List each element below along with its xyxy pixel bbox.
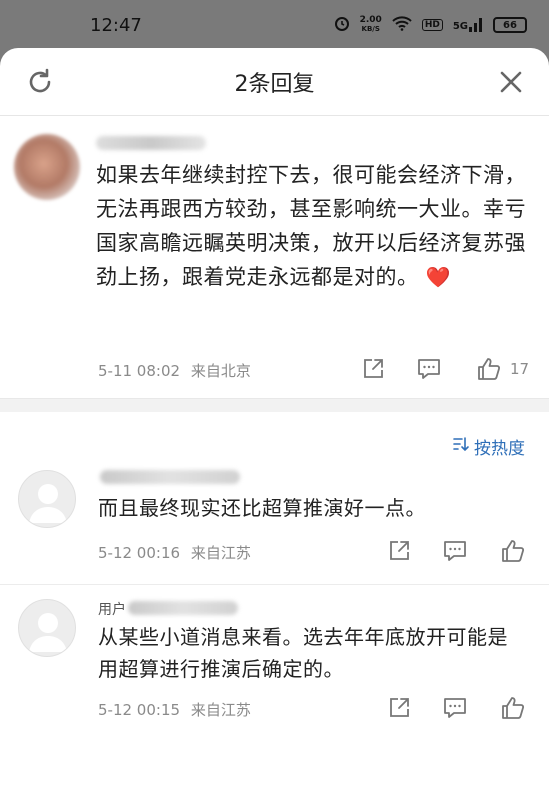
share-icon[interactable]: [386, 695, 412, 721]
reply-timestamp: 5-12 00:15: [98, 701, 181, 719]
comment-icon[interactable]: [442, 538, 468, 564]
speed-unit: KB/S: [361, 25, 380, 33]
status-icons: 2.00 KB/S HD 5G 66: [334, 15, 527, 35]
avatar[interactable]: [18, 599, 76, 657]
main-comment: 如果去年继续封控下去，很可能会经济下滑，无法再跟西方较劲，甚至影响统一大业。幸亏…: [0, 116, 549, 398]
network-speed: 2.00 KB/S: [360, 16, 382, 34]
reply-timestamp: 5-12 00:16: [98, 544, 181, 562]
username-blurred[interactable]: [100, 470, 240, 484]
like-icon[interactable]: [476, 356, 502, 382]
like-count: 17: [510, 360, 530, 378]
like-icon[interactable]: [500, 695, 526, 721]
speed-value: 2.00: [359, 15, 382, 25]
comment-icon[interactable]: [416, 356, 442, 382]
comment-body: 如果去年继续封控下去，很可能会经济下滑，无法再跟西方较劲，甚至影响统一大业。幸亏…: [96, 163, 526, 289]
avatar[interactable]: [18, 470, 76, 528]
sort-by-hot-button[interactable]: 按热度: [452, 434, 525, 459]
status-bar: 12:47 2.00 KB/S HD 5G 66: [0, 0, 549, 50]
sort-label: 按热度: [474, 439, 525, 459]
username-blurred[interactable]: [128, 601, 238, 615]
reply-text: 从某些小道消息来看。选去年年底放开可能是用超算进行推演后确定的。: [98, 625, 508, 681]
share-icon[interactable]: [386, 538, 412, 564]
signal-icon: 5G: [453, 18, 483, 32]
sort-row: 按热度: [0, 412, 549, 459]
sheet-title: 2条回复: [234, 71, 315, 97]
reply-item: 而且最终现实还比超算推演好一点。 5-12 00:16 来自江苏: [0, 458, 549, 584]
replies-sheet: 2条回复 如果去年继续封控下去，很可能会经济下滑，无法再跟西方较劲，甚至影响统一…: [0, 48, 549, 800]
hd-badge: HD: [421, 19, 443, 31]
network-type: 5G: [452, 21, 468, 32]
sheet-header: 2条回复: [0, 48, 549, 116]
reply-actions: [386, 695, 526, 721]
alarm-icon: [334, 15, 350, 35]
reply-item: 用户 从某些小道消息来看。选去年年底放开可能是用超算进行推演后确定的。 5-12…: [0, 584, 549, 734]
avatar[interactable]: [14, 134, 80, 200]
battery-level: 66: [503, 19, 517, 31]
comment-time: 5-11 08:02 来自北京: [98, 360, 251, 381]
reply-username-prefix[interactable]: 用户: [98, 599, 126, 619]
comment-icon[interactable]: [442, 695, 468, 721]
reply-meta: 5-12 00:15 来自江苏: [98, 699, 251, 720]
username-blurred[interactable]: [96, 136, 206, 150]
status-time: 12:47: [90, 14, 142, 36]
heart-emoji: ❤️: [425, 265, 452, 289]
refresh-icon[interactable]: [24, 66, 56, 98]
reply-actions: [386, 538, 526, 564]
comment-actions: 17: [360, 356, 529, 382]
reply-location: 来自江苏: [190, 701, 251, 719]
sort-icon: [452, 435, 470, 458]
comment-location: 来自北京: [190, 362, 251, 380]
reply-location: 来自江苏: [190, 544, 251, 562]
wifi-icon: [392, 15, 412, 35]
comment-text: 如果去年继续封控下去，很可能会经济下滑，无法再跟西方较劲，甚至影响统一大业。幸亏…: [96, 158, 536, 294]
battery-icon: 66: [493, 17, 527, 33]
comment-timestamp: 5-11 08:02: [98, 362, 181, 380]
close-icon[interactable]: [495, 66, 527, 98]
like-icon[interactable]: [500, 538, 526, 564]
reply-text: 而且最终现实还比超算推演好一点。: [98, 496, 426, 520]
share-icon[interactable]: [360, 356, 386, 382]
section-divider: [0, 398, 549, 412]
reply-meta: 5-12 00:16 来自江苏: [98, 542, 251, 563]
